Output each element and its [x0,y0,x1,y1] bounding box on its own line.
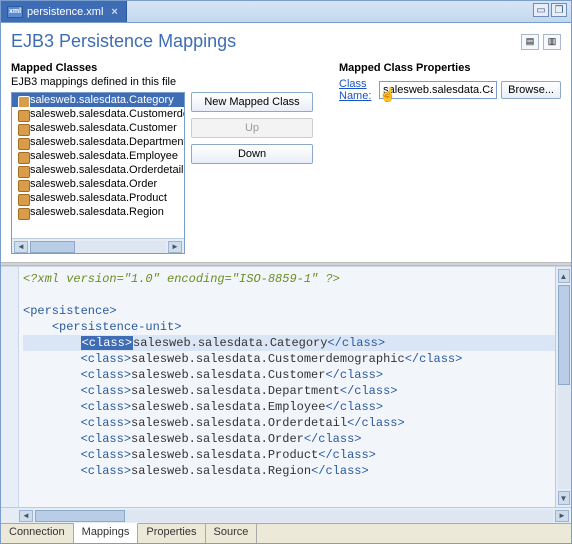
xml-source-editor[interactable]: <?xml version="1.0" encoding="ISO-8859-1… [19,267,555,507]
scroll-track[interactable] [30,241,166,253]
maximize-icon[interactable]: ❐ [551,3,567,17]
scroll-thumb[interactable] [30,241,75,253]
list-item[interactable]: salesweb.salesdata.Department [12,135,184,149]
source-vertical-scrollbar[interactable]: ▲ ▼ [555,267,571,507]
horizontal-layout-icon[interactable]: ▤ [521,34,539,50]
mapped-classes-list[interactable]: salesweb.salesdata.Category salesweb.sal… [11,92,185,254]
page-title: EJB3 Persistence Mappings [11,31,236,52]
editor-tab-persistence[interactable]: persistence.xml × [1,1,127,22]
list-item[interactable]: salesweb.salesdata.Customerdemographic [12,107,184,121]
ruler-gutter [1,267,19,507]
close-icon[interactable]: × [107,6,117,18]
scroll-thumb[interactable] [558,285,570,385]
xml-file-icon [7,6,23,18]
mapped-classes-subtext: EJB3 mappings defined in this file [11,76,321,88]
form-header: EJB3 Persistence Mappings ▤ ▥ [1,23,571,56]
hand-cursor-icon: ☝ [379,86,396,103]
scroll-left-icon[interactable]: ◄ [14,241,28,253]
list-item[interactable]: salesweb.salesdata.Customer [12,121,184,135]
list-item[interactable]: salesweb.salesdata.Product [12,191,184,205]
tab-connection[interactable]: Connection [1,524,74,543]
browse-button[interactable]: Browse... [501,81,561,99]
scroll-track[interactable] [558,285,570,489]
source-horizontal-scrollbar[interactable]: ◄ ► [1,507,571,523]
tab-mappings[interactable]: Mappings [74,523,139,543]
list-item[interactable]: salesweb.salesdata.Order [12,177,184,191]
minimize-icon[interactable]: ▭ [533,3,549,17]
mapped-class-properties-section: Mapped Class Properties Class Name: ☝ Br… [339,62,561,254]
scroll-up-icon[interactable]: ▲ [558,269,570,283]
scroll-left-icon[interactable]: ◄ [19,510,33,522]
properties-heading: Mapped Class Properties [339,62,561,74]
list-horizontal-scrollbar[interactable]: ◄ ► [12,238,184,254]
editor-page-tabs: Connection Mappings Properties Source [1,523,571,543]
list-item[interactable]: salesweb.salesdata.Region [12,205,184,219]
window-controls: ▭ ❐ [533,3,567,17]
mapped-classes-buttons: New Mapped Class Up Down [191,92,313,164]
class-name-input[interactable] [379,81,497,99]
list-item[interactable]: salesweb.salesdata.Category [12,93,184,107]
down-button[interactable]: Down [191,144,313,164]
list-item[interactable]: salesweb.salesdata.Orderdetail [12,163,184,177]
editor-window: persistence.xml × ▭ ❐ EJB3 Persistence M… [0,0,572,544]
scroll-right-icon[interactable]: ► [555,510,569,522]
mapped-classes-heading: Mapped Classes [11,62,321,74]
list-item[interactable]: salesweb.salesdata.Employee [12,149,184,163]
source-panel: <?xml version="1.0" encoding="ISO-8859-1… [1,266,571,523]
scroll-track[interactable] [35,510,553,522]
scroll-right-icon[interactable]: ► [168,241,182,253]
class-name-link[interactable]: Class Name: ☝ [339,78,375,102]
mapped-classes-section: Mapped Classes EJB3 mappings defined in … [11,62,321,254]
new-mapped-class-button[interactable]: New Mapped Class [191,92,313,112]
scroll-thumb[interactable] [35,510,125,522]
main-form: Mapped Classes EJB3 mappings defined in … [1,56,571,254]
editor-tab-label: persistence.xml [27,6,103,18]
tab-properties[interactable]: Properties [138,524,205,543]
up-button: Up [191,118,313,138]
editor-tabstrip: persistence.xml × ▭ ❐ [1,1,571,23]
vertical-layout-icon[interactable]: ▥ [543,34,561,50]
scroll-down-icon[interactable]: ▼ [558,491,570,505]
tab-source[interactable]: Source [206,524,258,543]
